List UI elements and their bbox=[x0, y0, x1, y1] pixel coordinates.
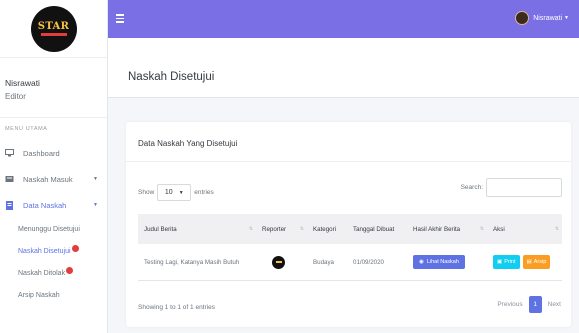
table-row: Testing Lagi, Katanya Masih Butuh Budaya… bbox=[138, 244, 562, 281]
column-header-kategori[interactable]: Kategori bbox=[307, 226, 347, 233]
notification-badge bbox=[71, 244, 79, 252]
search-control: Search: bbox=[461, 178, 562, 197]
column-header-label: Reporter bbox=[262, 225, 287, 233]
sidebar-subitem-label: Naskah Disetujui bbox=[18, 247, 71, 255]
brand-logo[interactable]: STAR bbox=[30, 5, 77, 52]
user-panel: Nisrawati Editor bbox=[0, 58, 107, 118]
sidebar-subitem-label: Menunggu Disetujui bbox=[18, 225, 80, 233]
monitor-icon bbox=[5, 149, 14, 157]
chevron-down-icon: ▼ bbox=[93, 176, 98, 182]
table-header: Judul Berita ⇅ Reporter ⇅ Kategori Tangg… bbox=[138, 214, 562, 244]
column-header-aksi[interactable]: Aksi ⇅ bbox=[487, 226, 562, 233]
sidebar-item-label: Data Naskah bbox=[23, 200, 67, 210]
lihat-naskah-button[interactable]: ◉ Lihat Naskah bbox=[413, 255, 465, 269]
entries-length-control: Show 10 ▼ entries bbox=[138, 184, 214, 201]
sidebar-subitem-arsip[interactable]: Arsip Naskah bbox=[0, 284, 107, 306]
top-navbar: Nisrawati ▼ bbox=[108, 0, 579, 38]
sidebar-subitem-menunggu[interactable]: Menunggu Disetujui bbox=[0, 218, 107, 240]
data-table: Judul Berita ⇅ Reporter ⇅ Kategori Tangg… bbox=[138, 214, 562, 281]
sidebar-item-data-naskah[interactable]: Data Naskah ▼ bbox=[0, 192, 107, 218]
sidebar-subitem-ditolak[interactable]: Naskah Ditolak bbox=[0, 262, 107, 284]
column-header-label: Kategori bbox=[313, 225, 337, 233]
hamburger-menu-icon[interactable] bbox=[116, 14, 124, 25]
eye-icon: ◉ bbox=[419, 259, 424, 265]
archive-icon: ▤ bbox=[526, 259, 532, 265]
column-header-label: Judul Berita bbox=[144, 225, 177, 233]
chevron-down-icon: ▼ bbox=[93, 202, 98, 208]
show-label: Show bbox=[138, 189, 155, 196]
cell-tanggal: 01/09/2020 bbox=[353, 258, 384, 266]
document-icon bbox=[5, 200, 14, 210]
column-header-label: Tanggal Dibuat bbox=[353, 225, 395, 233]
sidebar-item-naskah-masuk[interactable]: Naskah Masuk ▼ bbox=[0, 166, 107, 192]
table-info: Showing 1 to 1 of 1 entries bbox=[138, 304, 215, 311]
page-header: Naskah Disetujui bbox=[108, 38, 579, 98]
print-button[interactable]: ▣ Print bbox=[493, 255, 520, 269]
data-card: Data Naskah Yang Disetujui Show 10 ▼ ent… bbox=[126, 122, 571, 327]
user-menu-label: Nisrawati bbox=[533, 14, 563, 22]
button-label: Lihat Naskah bbox=[426, 259, 459, 265]
notification-badge bbox=[66, 266, 74, 274]
cell-aksi: ▣ Print ▤ Arsip bbox=[487, 255, 562, 269]
user-role: Editor bbox=[5, 92, 26, 101]
column-header-tanggal[interactable]: Tanggal Dibuat bbox=[347, 226, 407, 233]
sidebar-item-dashboard[interactable]: Dashboard bbox=[0, 140, 107, 166]
divider bbox=[126, 161, 571, 162]
sidebar-subitem-label: Naskah Ditolak bbox=[18, 269, 66, 277]
arsip-button[interactable]: ▤ Arsip bbox=[522, 255, 551, 269]
cell-reporter bbox=[256, 255, 307, 269]
cell-kategori: Budaya bbox=[313, 258, 334, 266]
chevron-down-icon: ▼ bbox=[178, 189, 184, 196]
entries-select[interactable]: 10 ▼ bbox=[157, 184, 192, 201]
logo-ribbon bbox=[40, 33, 67, 36]
sort-icon: ⇅ bbox=[554, 226, 559, 232]
entries-label: entries bbox=[194, 189, 214, 196]
logo-area: STAR bbox=[0, 0, 107, 58]
column-header-label: Hasil Akhir Berita bbox=[413, 225, 461, 233]
sidebar-item-label: Dashboard bbox=[23, 148, 60, 158]
search-label: Search: bbox=[460, 184, 483, 191]
sidebar-subitem-label: Arsip Naskah bbox=[18, 291, 60, 299]
search-input[interactable] bbox=[486, 178, 562, 197]
column-header-hasil[interactable]: Hasil Akhir Berita ⇅ bbox=[407, 226, 487, 233]
sidebar-subitem-disetujui[interactable]: Naskah Disetujui bbox=[0, 240, 107, 262]
button-label: Arsip bbox=[533, 259, 547, 265]
user-name: Nisrawati bbox=[5, 78, 40, 88]
next-page-button[interactable]: Next bbox=[548, 301, 561, 308]
previous-page-button[interactable]: Previous bbox=[497, 301, 522, 308]
logo-text: STAR bbox=[37, 21, 70, 32]
entries-select-value: 10 bbox=[164, 189, 173, 196]
page-number-button[interactable]: 1 bbox=[528, 296, 542, 313]
column-header-label: Aksi bbox=[493, 225, 505, 233]
button-label: Print bbox=[504, 259, 516, 265]
sort-icon: ⇅ bbox=[299, 226, 304, 232]
column-header-reporter[interactable]: Reporter ⇅ bbox=[256, 226, 307, 233]
sort-icon: ⇅ bbox=[248, 226, 253, 232]
column-header-judul[interactable]: Judul Berita ⇅ bbox=[138, 226, 256, 233]
sort-icon: ⇅ bbox=[479, 226, 484, 232]
sidebar-item-label: Naskah Masuk bbox=[23, 174, 73, 184]
printer-icon: ▣ bbox=[497, 259, 503, 265]
pagination: Previous 1 Next bbox=[497, 296, 561, 313]
sidebar: STAR Nisrawati Editor MENU UTAMA Dashboa… bbox=[0, 0, 108, 333]
cell-judul: Testing Lagi, Katanya Masih Butuh bbox=[144, 258, 240, 266]
menu-header: MENU UTAMA bbox=[5, 126, 48, 132]
chevron-down-icon: ▼ bbox=[564, 15, 569, 21]
reporter-avatar bbox=[272, 255, 285, 269]
cell-hasil: ◉ Lihat Naskah bbox=[407, 255, 487, 269]
inbox-icon bbox=[5, 175, 14, 183]
page-title: Naskah Disetujui bbox=[128, 71, 215, 83]
avatar bbox=[515, 11, 530, 25]
card-title: Data Naskah Yang Disetujui bbox=[138, 139, 238, 148]
user-menu[interactable]: Nisrawati ▼ bbox=[515, 11, 569, 25]
